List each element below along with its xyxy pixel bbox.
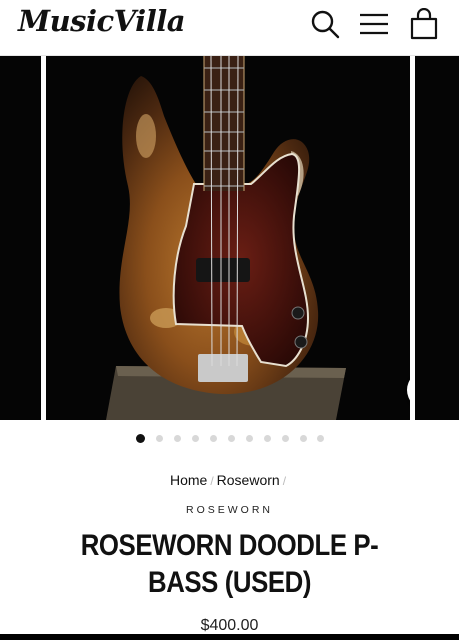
pagination-dot[interactable] xyxy=(246,435,253,442)
bottom-bar xyxy=(0,634,459,640)
previous-slide-image[interactable] xyxy=(0,56,41,420)
pagination-dot[interactable] xyxy=(192,435,199,442)
product-title: ROSEWORN DOODLE P-BASS (USED) xyxy=(80,529,379,599)
pagination-dot[interactable] xyxy=(264,435,271,442)
site-header: MusicVilla xyxy=(0,0,459,56)
pagination-dot[interactable] xyxy=(156,435,163,442)
product-vendor[interactable]: ROSEWORN xyxy=(0,504,459,516)
pagination-dot-active[interactable] xyxy=(136,434,145,443)
pagination-dot[interactable] xyxy=(228,435,235,442)
breadcrumb-separator: / xyxy=(210,474,214,488)
pagination-dot[interactable] xyxy=(300,435,307,442)
next-slide-image[interactable] xyxy=(415,56,459,420)
cart-icon[interactable] xyxy=(408,7,440,40)
search-icon[interactable] xyxy=(309,8,341,40)
site-logo[interactable]: MusicVilla xyxy=(18,4,186,38)
gallery-pagination xyxy=(0,433,459,445)
breadcrumb-home-link[interactable]: Home xyxy=(170,472,207,488)
pagination-dot[interactable] xyxy=(210,435,217,442)
breadcrumb-roseworn-link[interactable]: Roseworn xyxy=(217,472,280,488)
menu-icon[interactable] xyxy=(358,8,390,40)
pagination-dot[interactable] xyxy=(317,435,324,442)
pagination-dot[interactable] xyxy=(282,435,289,442)
product-price: $400.00 xyxy=(200,617,259,634)
product-image[interactable] xyxy=(46,56,410,420)
breadcrumb: Home / Roseworn / xyxy=(0,472,459,488)
pagination-dot[interactable] xyxy=(174,435,181,442)
product-gallery[interactable] xyxy=(0,56,459,420)
breadcrumb-separator: / xyxy=(282,474,287,488)
